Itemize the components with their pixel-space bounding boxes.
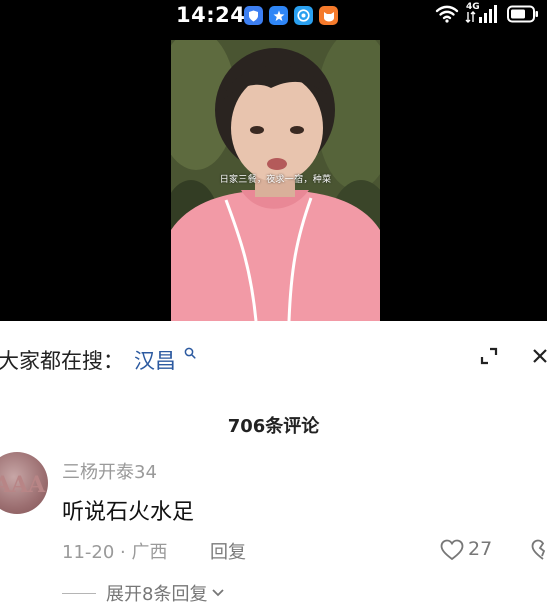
like-count: 27 [468, 538, 493, 560]
video-frame[interactable]: 日家三餐，夜求一宿，种菜 [171, 40, 380, 321]
search-icon[interactable] [184, 347, 196, 359]
reply-button[interactable]: 回复 [210, 538, 246, 564]
wifi-icon [435, 5, 459, 23]
status-time: 14:24 [176, 3, 246, 27]
svg-text:AAA: AAA [0, 472, 46, 498]
status-app-icons [244, 6, 338, 25]
status-bar: 14:24 4G [0, 0, 547, 38]
status-indicators: 4G [435, 2, 539, 24]
expand-icon[interactable] [478, 345, 500, 367]
expand-divider [62, 592, 96, 594]
network-type-label: 4G [466, 2, 480, 12]
shield-app-icon [244, 6, 263, 25]
cellular-signal-icon: 4G [465, 2, 501, 24]
video-subtitle: 日家三餐，夜求一宿，种菜 [219, 175, 332, 185]
avatar-image: AAA [0, 472, 46, 498]
heart-icon[interactable] [440, 539, 464, 561]
chevron-down-icon [212, 589, 225, 597]
fox-app-icon [319, 6, 338, 25]
battery-icon [507, 5, 538, 23]
search-prefix-label: 大家都在搜： [0, 349, 124, 373]
video-player[interactable]: 日家三餐，夜求一宿，种菜 [0, 38, 547, 321]
star-app-icon [269, 6, 288, 25]
expand-replies-button[interactable]: 展开8条回复 [62, 580, 225, 606]
comment-text: 听说石火水足 [62, 500, 195, 525]
comment-date-location: 11-20 · 广西 [62, 542, 168, 563]
avatar[interactable]: AAA [0, 452, 48, 514]
comment-username[interactable]: 三杨开泰34 [62, 458, 157, 484]
search-suggestion-bar: 大家都在搜： 汉昌 [0, 321, 547, 391]
close-icon[interactable] [530, 345, 547, 367]
globe-app-icon [294, 6, 313, 25]
broken-heart-icon[interactable] [531, 539, 547, 561]
search-term-link[interactable]: 汉昌 [134, 345, 176, 375]
comment-count-header: 706条评论 [227, 416, 320, 437]
expand-replies-label: 展开8条回复 [106, 584, 208, 605]
